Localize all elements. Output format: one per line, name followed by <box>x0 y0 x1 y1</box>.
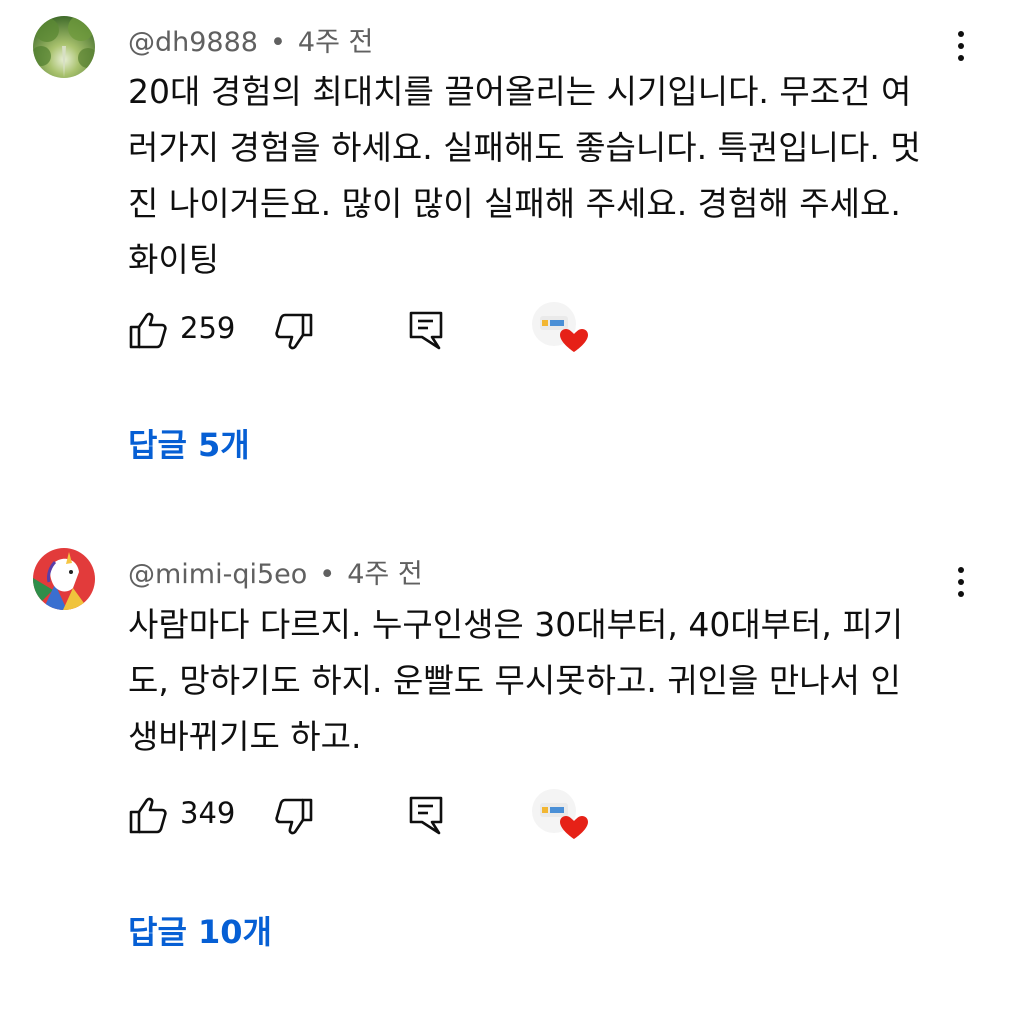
author-avatar[interactable] <box>33 548 95 610</box>
comment-text-line: 화이팅 <box>128 240 220 279</box>
comment-actions: 349 <box>0 789 1024 841</box>
more-vert-icon[interactable] <box>946 22 976 70</box>
creator-heart-icon <box>530 300 590 360</box>
thumbs-down-icon[interactable] <box>274 312 314 356</box>
reply-icon[interactable] <box>408 310 444 356</box>
meta-separator: • <box>319 559 336 590</box>
comment-actions: 259 <box>0 302 1024 356</box>
comment-meta: @mimi-qi5eo • 4주 전 <box>128 552 423 591</box>
comment-time[interactable]: 4주 전 <box>347 559 422 590</box>
comment-text-line: 러가지 경험을 하세요. 실패해도 좋습니다. 특권입니다. 멋 <box>128 128 921 167</box>
thumbs-up-icon[interactable] <box>128 795 168 839</box>
meta-separator: • <box>269 27 286 58</box>
like-count: 349 <box>180 796 236 830</box>
view-replies-button[interactable]: 답글 10개 <box>128 907 272 953</box>
reply-icon[interactable] <box>408 795 444 841</box>
comment-text-line: 진 나이거든요. 많이 많이 실패해 주세요. 경험해 주세요. <box>128 184 901 223</box>
thumbs-down-icon[interactable] <box>274 797 314 841</box>
creator-heart-icon <box>530 787 590 847</box>
comment-text: 20대 경험의 최대치를 끌어올리는 시기입니다. 무조건 여 러가지 경험을 … <box>128 64 958 288</box>
thumbs-up-icon[interactable] <box>128 310 168 354</box>
like-count: 259 <box>180 311 236 345</box>
comment-text: 사람마다 다르지. 누구인생은 30대부터, 40대부터, 피기 도, 망하기도… <box>128 597 958 765</box>
author-name[interactable]: @mimi-qi5eo <box>128 559 307 590</box>
comment-text-line: 20대 경험의 최대치를 끌어올리는 시기입니다. 무조건 여 <box>128 72 912 111</box>
author-name[interactable]: @dh9888 <box>128 27 258 58</box>
comment-text-line: 사람마다 다르지. 누구인생은 30대부터, 40대부터, 피기 <box>128 605 904 644</box>
comment-meta: @dh9888 • 4주 전 <box>128 20 373 59</box>
comment-text-line: 도, 망하기도 하지. 운빨도 무시못하고. 귀인을 만나서 인 <box>128 661 901 700</box>
author-avatar[interactable] <box>33 16 95 78</box>
comment-time[interactable]: 4주 전 <box>298 27 373 58</box>
view-replies-button[interactable]: 답글 5개 <box>128 420 250 466</box>
comment-text-line: 생바뀌기도 하고. <box>128 717 362 756</box>
